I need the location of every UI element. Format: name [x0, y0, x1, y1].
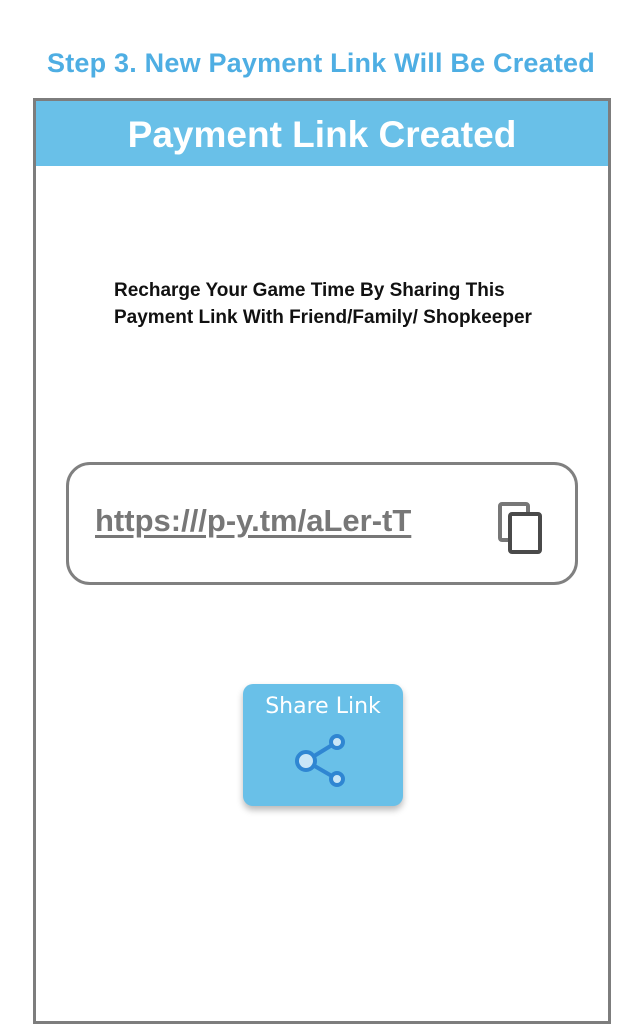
- share-button-label: Share Link: [265, 694, 381, 719]
- screen-title: Payment Link Created: [36, 101, 608, 166]
- instruction-message: Recharge Your Game Time By Sharing This …: [114, 280, 532, 328]
- payment-link[interactable]: https:///p-y.tm/aLer-tT: [95, 503, 411, 539]
- phone-screen: Payment Link Created Recharge Your Game …: [33, 98, 611, 1024]
- share-link-button[interactable]: Share Link: [243, 684, 403, 806]
- share-icon: [292, 730, 354, 792]
- payment-link-box: https:///p-y.tm/aLer-tT: [66, 462, 578, 585]
- step-heading: Step 3. New Payment Link Will Be Created: [47, 48, 595, 78]
- copy-icon[interactable]: [497, 501, 545, 555]
